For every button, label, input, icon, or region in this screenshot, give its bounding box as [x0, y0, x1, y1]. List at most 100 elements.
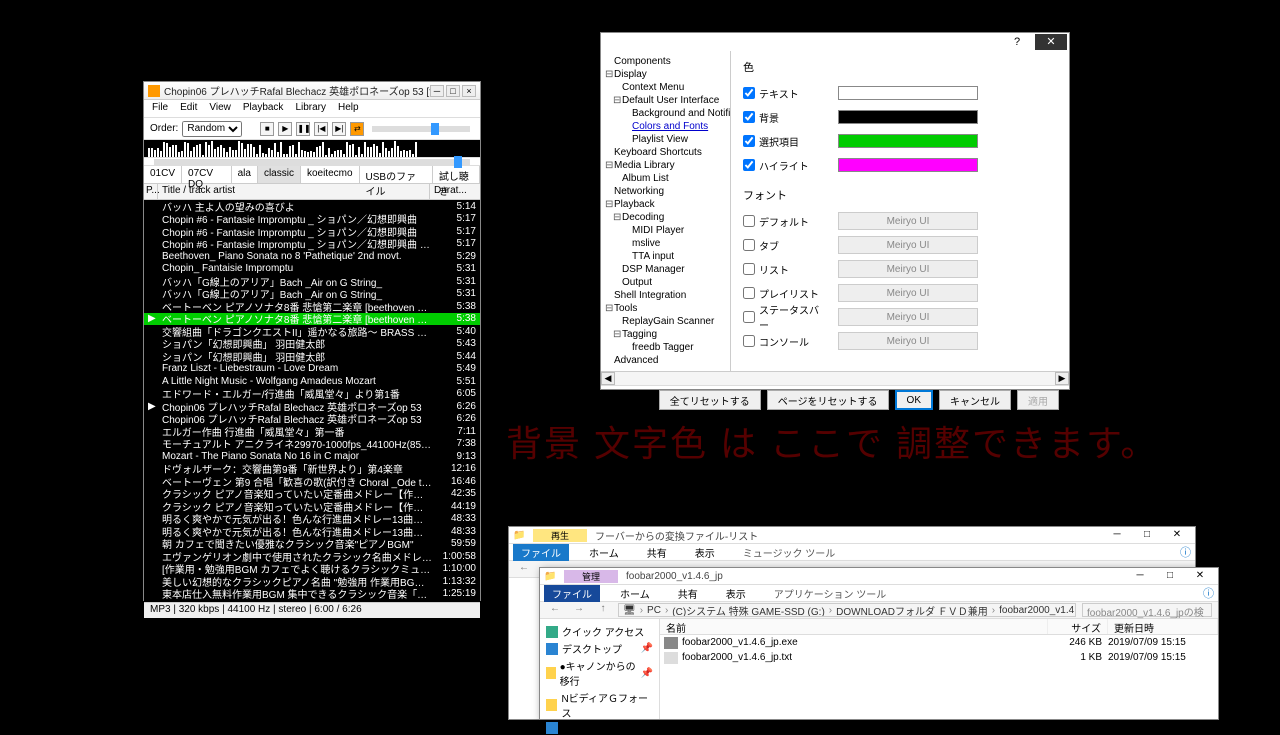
pref-titlebar[interactable]: ? ✕	[601, 33, 1069, 51]
color-checkbox[interactable]	[743, 111, 755, 123]
prev-button[interactable]: |◀	[314, 122, 328, 136]
help-icon[interactable]: ⓘ	[1180, 544, 1191, 560]
maximize-button[interactable]: □	[446, 85, 460, 97]
file-list[interactable]: 名前 サイズ 更新日時 foobar2000_v1.4.6_jp.exe246 …	[660, 619, 1218, 719]
close-button[interactable]: ✕	[1186, 569, 1214, 583]
color-swatch[interactable]	[838, 158, 978, 172]
color-checkbox[interactable]	[743, 87, 755, 99]
tree-item[interactable]: Advanced	[601, 354, 730, 367]
cancel-button[interactable]: キャンセル	[939, 390, 1011, 410]
col-duration[interactable]: Durat...	[430, 184, 480, 199]
seek-slider[interactable]	[154, 159, 470, 165]
tree-item[interactable]: freedb Tagger	[601, 341, 730, 354]
menu-file[interactable]: File	[152, 102, 168, 115]
tree-item[interactable]: Colors and Fonts	[601, 120, 730, 133]
font-checkbox-label[interactable]: タブ	[743, 238, 828, 253]
reset-page-button[interactable]: ページをリセットする	[767, 390, 889, 410]
tree-item[interactable]: Networking	[601, 185, 730, 198]
tab-2[interactable]: ala	[232, 166, 258, 183]
tab-5[interactable]: USBのファイル	[360, 166, 433, 183]
ok-button[interactable]: OK	[895, 390, 933, 410]
track-row[interactable]: Chopin #6 - Fantasie Impromptu _ ショパン／幻想…	[144, 238, 480, 251]
ribbon-tab[interactable]: ファイル	[544, 585, 600, 602]
track-row[interactable]: 東本店仕入無料作業用BGM 集中できるクラシック音楽「ライフミュージ...1:2…	[144, 588, 480, 601]
column-header[interactable]: P... Title / track artist Durat...	[144, 184, 480, 200]
menu-help[interactable]: Help	[338, 102, 359, 115]
ribbon-tab[interactable]: 表示	[718, 585, 754, 602]
context-tab[interactable]: 管理	[564, 570, 618, 583]
font-checkbox-label[interactable]: リスト	[743, 262, 828, 277]
nav-item[interactable]: OneDrive	[544, 721, 655, 735]
tree-item[interactable]: Output	[601, 276, 730, 289]
ribbon-tab[interactable]: 共有	[670, 585, 706, 602]
font-select-button[interactable]: Meiryo UI	[838, 332, 978, 350]
nav-item[interactable]: ●キャノンからの移行📌	[544, 657, 655, 689]
ribbon-tab[interactable]: 表示	[687, 544, 723, 561]
titlebar[interactable]: 📁 管理 foobar2000_v1.4.6_jp ─ □ ✕	[540, 568, 1218, 585]
scroll-right-icon[interactable]: ▶	[1055, 372, 1069, 385]
tree-item[interactable]: ⊟Display	[601, 68, 730, 81]
color-checkbox-label[interactable]: テキスト	[743, 86, 828, 101]
tree-item[interactable]: MIDI Player	[601, 224, 730, 237]
col-name[interactable]: 名前	[660, 619, 1048, 634]
crumb[interactable]: DOWNLOADフォルダ ＦＶＤ兼用	[836, 603, 988, 617]
tree-item[interactable]: Context Menu	[601, 81, 730, 94]
font-checkbox[interactable]	[743, 335, 755, 347]
tree-item[interactable]: ReplayGain Scanner	[601, 315, 730, 328]
reset-all-button[interactable]: 全てリセットする	[659, 390, 761, 410]
ribbon-tab[interactable]: ホーム	[612, 585, 658, 602]
column-header[interactable]: 名前 サイズ 更新日時	[660, 619, 1218, 635]
font-checkbox-label[interactable]: ステータスバー	[743, 302, 828, 332]
back-button[interactable]: ←	[515, 562, 533, 576]
tree-item[interactable]: Album List	[601, 172, 730, 185]
font-checkbox[interactable]	[743, 311, 755, 323]
tree-item[interactable]: ⊟Tools	[601, 302, 730, 315]
h-scrollbar[interactable]: ◀ ▶	[601, 371, 1069, 385]
nav-item[interactable]: クイック アクセス	[544, 623, 655, 640]
breadcrumb[interactable]: 🖥›PC›(C)システム 特殊 GAME-SSD (G:)›DOWNLOADフォ…	[618, 603, 1076, 617]
tree-item[interactable]: Background and Notificatio	[601, 107, 730, 120]
expand-icon[interactable]: ⊟	[605, 303, 614, 314]
next-button[interactable]: ▶|	[332, 122, 346, 136]
order-select[interactable]: Random	[182, 121, 242, 137]
ribbon-tab[interactable]: ホーム	[581, 544, 627, 561]
minimize-button[interactable]: ─	[1103, 528, 1131, 542]
nav-item[interactable]: デスクトップ📌	[544, 640, 655, 657]
menu-library[interactable]: Library	[295, 102, 326, 115]
tree-item[interactable]: Keyboard Shortcuts	[601, 146, 730, 159]
close-button[interactable]: ×	[462, 85, 476, 97]
color-swatch[interactable]	[838, 110, 978, 124]
crumb[interactable]: foobar2000_v1.4.6_jp	[999, 605, 1076, 616]
tab-3[interactable]: classic	[258, 166, 301, 183]
tab-0[interactable]: 01CV	[144, 166, 182, 183]
color-checkbox[interactable]	[743, 159, 755, 171]
font-checkbox-label[interactable]: コンソール	[743, 334, 828, 349]
ribbon-tab[interactable]: アプリケーション ツール	[766, 585, 895, 602]
tree-item[interactable]: DSP Manager	[601, 263, 730, 276]
font-checkbox-label[interactable]: プレイリスト	[743, 286, 828, 301]
font-checkbox[interactable]	[743, 215, 755, 227]
font-select-button[interactable]: Meiryo UI	[838, 236, 978, 254]
tree-item[interactable]: ⊟Decoding	[601, 211, 730, 224]
minimize-button[interactable]: ─	[430, 85, 444, 97]
font-select-button[interactable]: Meiryo UI	[838, 212, 978, 230]
col-date[interactable]: 更新日時	[1108, 619, 1218, 634]
play-button[interactable]: ▶	[278, 122, 292, 136]
ribbon-tab[interactable]: 共有	[639, 544, 675, 561]
close-button[interactable]: ✕	[1163, 528, 1191, 542]
tree-item[interactable]: Playlist View	[601, 133, 730, 146]
color-checkbox[interactable]	[743, 135, 755, 147]
chevron-right-icon[interactable]: ›	[829, 605, 832, 616]
up-button[interactable]: ↑	[594, 603, 612, 617]
nav-item[interactable]: NビディアＧフォース	[544, 689, 655, 721]
color-checkbox-label[interactable]: 選択項目	[743, 134, 828, 149]
expand-icon[interactable]: ⊟	[613, 95, 622, 106]
font-checkbox-label[interactable]: デフォルト	[743, 214, 828, 229]
col-play[interactable]: P...	[144, 184, 158, 199]
ribbon-tab[interactable]: ファイル	[513, 544, 569, 561]
tree-item[interactable]: ⊟Media Library	[601, 159, 730, 172]
menu-playback[interactable]: Playback	[243, 102, 284, 115]
nav-pane[interactable]: クイック アクセスデスクトップ📌●キャノンからの移行📌NビディアＧフォースOne…	[540, 619, 660, 719]
col-title[interactable]: Title / track artist	[158, 184, 430, 199]
expand-icon[interactable]: ⊟	[605, 199, 614, 210]
